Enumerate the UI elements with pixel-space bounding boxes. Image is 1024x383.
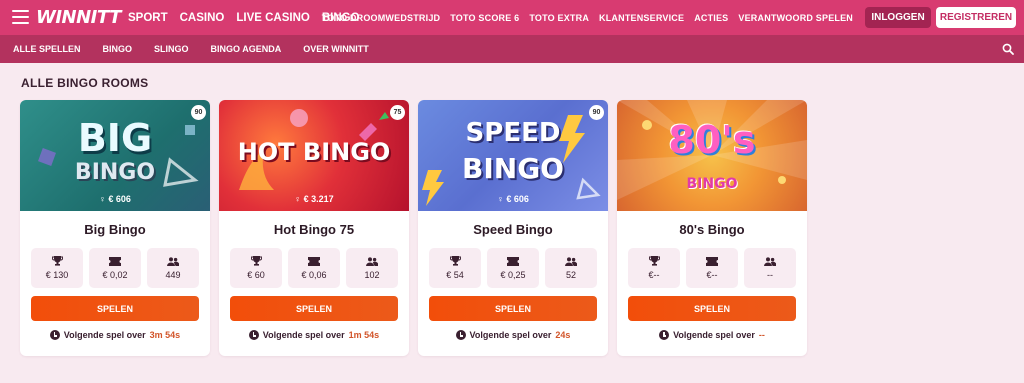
room-stats: € 130 € 0,02 449 bbox=[31, 248, 199, 288]
nav-casino[interactable]: CASINO bbox=[180, 12, 225, 24]
logo[interactable]: WINNITT bbox=[36, 5, 121, 29]
clock-icon bbox=[248, 330, 259, 340]
clock-icon bbox=[659, 330, 670, 340]
clock-icon bbox=[49, 330, 60, 340]
room-name: Hot Bingo 75 bbox=[273, 222, 355, 237]
prize-stat: €-- bbox=[628, 248, 680, 288]
room-name: Speed Bingo bbox=[473, 222, 553, 237]
players-icon bbox=[167, 256, 179, 266]
play-button[interactable]: SPELEN bbox=[429, 296, 597, 321]
game-artwork[interactable]: SPEED BINGO 90 ♀ € 606 bbox=[418, 100, 608, 211]
nav-toto-extra[interactable]: TOTO EXTRA bbox=[529, 13, 589, 23]
nav-sport[interactable]: SPORT bbox=[128, 12, 168, 24]
ticket-icon bbox=[109, 256, 121, 266]
room-stats: € 60 € 0,06 102 bbox=[230, 248, 398, 288]
ticket-stat: €-- bbox=[686, 248, 738, 288]
play-button[interactable]: SPELEN bbox=[31, 296, 199, 321]
top-navigation-bar: WINNITT SPORT CASINO LIVE CASINO BINGO T… bbox=[0, 0, 1024, 35]
room-name: Big Bingo bbox=[84, 222, 146, 237]
search-icon[interactable] bbox=[1002, 43, 1014, 55]
play-button[interactable]: SPELEN bbox=[628, 296, 796, 321]
jackpot-amount: ♀ € 3.217 bbox=[294, 194, 334, 204]
bingo-room-card[interactable]: HOT BINGO 75 ♀ € 3.217 Hot Bingo 75 € 60… bbox=[219, 100, 409, 356]
subnav-bingo[interactable]: BINGO bbox=[103, 44, 133, 54]
players-stat: 449 bbox=[147, 248, 199, 288]
room-stats: € 54 € 0,25 52 bbox=[429, 248, 597, 288]
ticket-stat: € 0,02 bbox=[89, 248, 141, 288]
sub-navigation-bar: ALLE SPELLEN BINGO SLINGO BINGO AGENDA O… bbox=[0, 35, 1024, 63]
prize-stat: € 54 bbox=[429, 248, 481, 288]
register-button[interactable]: REGISTREREN bbox=[936, 7, 1016, 28]
trophy-icon bbox=[648, 256, 660, 266]
ball-count-badge: 75 bbox=[390, 105, 405, 120]
next-game-timer: Volgende spel over 24s bbox=[418, 330, 608, 340]
bingo-room-card[interactable]: BIG BINGO 90 ♀ € 606 Big Bingo € 130 € 0… bbox=[20, 100, 210, 356]
nav-toto-droomwedstrijd[interactable]: TOTO DROOMWEDSTRIJD bbox=[322, 13, 440, 23]
next-game-timer: Volgende spel over 3m 54s bbox=[20, 330, 210, 340]
ticket-icon bbox=[308, 256, 320, 266]
jackpot-amount: ♀ € 606 bbox=[99, 194, 131, 204]
clock-icon bbox=[455, 330, 466, 340]
subnav-slingo[interactable]: SLINGO bbox=[154, 44, 189, 54]
players-icon bbox=[565, 256, 577, 266]
jackpot-amount: ♀ € 606 bbox=[497, 194, 529, 204]
subnav-over-winnitt[interactable]: OVER WINNITT bbox=[303, 44, 369, 54]
game-artwork[interactable]: BIG BINGO 90 ♀ € 606 bbox=[20, 100, 210, 211]
ball-count-badge: 90 bbox=[191, 105, 206, 120]
prize-stat: € 60 bbox=[230, 248, 282, 288]
players-stat: 52 bbox=[545, 248, 597, 288]
trophy-icon bbox=[250, 256, 262, 266]
ticket-stat: € 0,06 bbox=[288, 248, 340, 288]
subnav-bingo-agenda[interactable]: BINGO AGENDA bbox=[211, 44, 282, 54]
section-title: ALLE BINGO ROOMS bbox=[21, 76, 149, 90]
game-artwork[interactable]: 80's BINGO bbox=[617, 100, 807, 211]
subnav-alle-spellen[interactable]: ALLE SPELLEN bbox=[13, 44, 81, 54]
room-stats: €-- €-- -- bbox=[628, 248, 796, 288]
nav-acties[interactable]: ACTIES bbox=[694, 13, 728, 23]
players-stat: -- bbox=[744, 248, 796, 288]
bingo-subnav: ALLE SPELLEN BINGO SLINGO BINGO AGENDA O… bbox=[13, 35, 369, 63]
players-icon bbox=[764, 256, 776, 266]
ticket-icon bbox=[706, 256, 718, 266]
nav-toto-score-6[interactable]: TOTO SCORE 6 bbox=[450, 13, 519, 23]
secondary-nav: TOTO DROOMWEDSTRIJD TOTO SCORE 6 TOTO EX… bbox=[322, 0, 853, 35]
nav-klantenservice[interactable]: KLANTENSERVICE bbox=[599, 13, 684, 23]
players-icon bbox=[366, 256, 378, 266]
room-name: 80's Bingo bbox=[679, 222, 745, 237]
ticket-stat: € 0,25 bbox=[487, 248, 539, 288]
play-button[interactable]: SPELEN bbox=[230, 296, 398, 321]
next-game-timer: Volgende spel over 1m 54s bbox=[219, 330, 409, 340]
trophy-icon bbox=[449, 256, 461, 266]
players-stat: 102 bbox=[346, 248, 398, 288]
bingo-room-card[interactable]: 80's BINGO 80's Bingo €-- €-- -- SPELEN … bbox=[617, 100, 807, 356]
prize-stat: € 130 bbox=[31, 248, 83, 288]
login-button[interactable]: INLOGGEN bbox=[865, 7, 931, 28]
nav-live-casino[interactable]: LIVE CASINO bbox=[236, 12, 309, 24]
nav-verantwoord-spelen[interactable]: VERANTWOORD SPELEN bbox=[738, 13, 853, 23]
hamburger-icon[interactable] bbox=[12, 10, 29, 24]
ball-count-badge: 90 bbox=[589, 105, 604, 120]
next-game-timer: Volgende spel over -- bbox=[617, 330, 807, 340]
ticket-icon bbox=[507, 256, 519, 266]
game-artwork[interactable]: HOT BINGO 75 ♀ € 3.217 bbox=[219, 100, 409, 211]
bingo-room-card[interactable]: SPEED BINGO 90 ♀ € 606 Speed Bingo € 54 … bbox=[418, 100, 608, 356]
trophy-icon bbox=[51, 256, 63, 266]
